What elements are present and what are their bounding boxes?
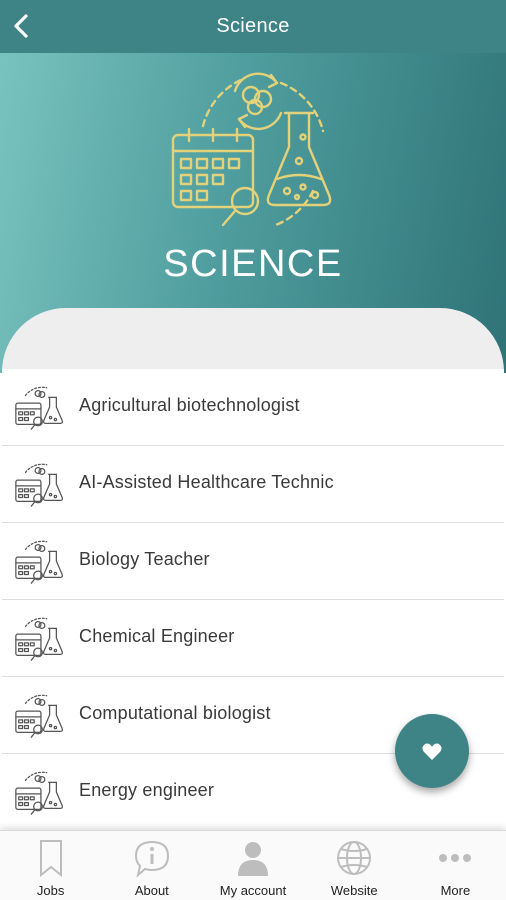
science-calendar-flask-icon	[171, 72, 332, 228]
nav-label-my-account: My account	[219, 883, 287, 898]
nav-label-more: More	[440, 883, 471, 898]
nav-more[interactable]: More	[405, 831, 506, 900]
favorites-button[interactable]	[395, 714, 469, 788]
page-title: Science	[216, 15, 290, 37]
career-label: AI-Assisted Healthcare Technic	[79, 472, 334, 492]
career-label: Biology Teacher	[79, 549, 210, 569]
heart-icon	[422, 743, 442, 760]
career-list-item[interactable]: Chemical Engineer	[2, 600, 504, 677]
app-screen: Science SCIENCE Agricultural biotechnolo…	[0, 0, 506, 900]
career-label: Agricultural biotechnologist	[79, 395, 300, 415]
chevron-left-icon	[14, 14, 28, 38]
info-bubble-icon	[134, 840, 169, 878]
top-app-bar: Science	[0, 0, 506, 53]
career-list-item[interactable]: AI-Assisted Healthcare Technic	[2, 446, 504, 523]
back-button[interactable]	[4, 8, 40, 44]
career-label: Chemical Engineer	[79, 626, 235, 646]
career-label: Energy engineer	[79, 780, 215, 800]
science-career-icon	[15, 771, 64, 815]
nav-label-website: Website	[330, 883, 378, 898]
science-career-icon	[15, 617, 64, 661]
nav-label-jobs: Jobs	[36, 883, 65, 898]
nav-label-about: About	[134, 883, 169, 898]
science-career-icon	[15, 694, 64, 738]
nav-jobs[interactable]: Jobs	[0, 831, 101, 900]
nav-website[interactable]: Website	[304, 831, 405, 900]
bottom-navigation: Jobs About My account Website More	[0, 830, 506, 900]
globe-icon	[337, 841, 372, 875]
science-career-icon	[15, 463, 64, 507]
more-dots-icon	[439, 854, 472, 862]
nav-my-account[interactable]: My account	[202, 831, 303, 900]
career-list-item[interactable]: Biology Teacher	[2, 523, 504, 600]
nav-about[interactable]: About	[101, 831, 202, 900]
science-career-icon	[15, 540, 64, 584]
science-career-icon	[15, 386, 64, 430]
category-title: SCIENCE	[163, 243, 343, 285]
career-list-item[interactable]: Agricultural biotechnologist	[2, 369, 504, 446]
bookmark-icon	[39, 840, 62, 878]
career-label: Computational biologist	[79, 703, 271, 723]
user-icon	[238, 842, 268, 876]
